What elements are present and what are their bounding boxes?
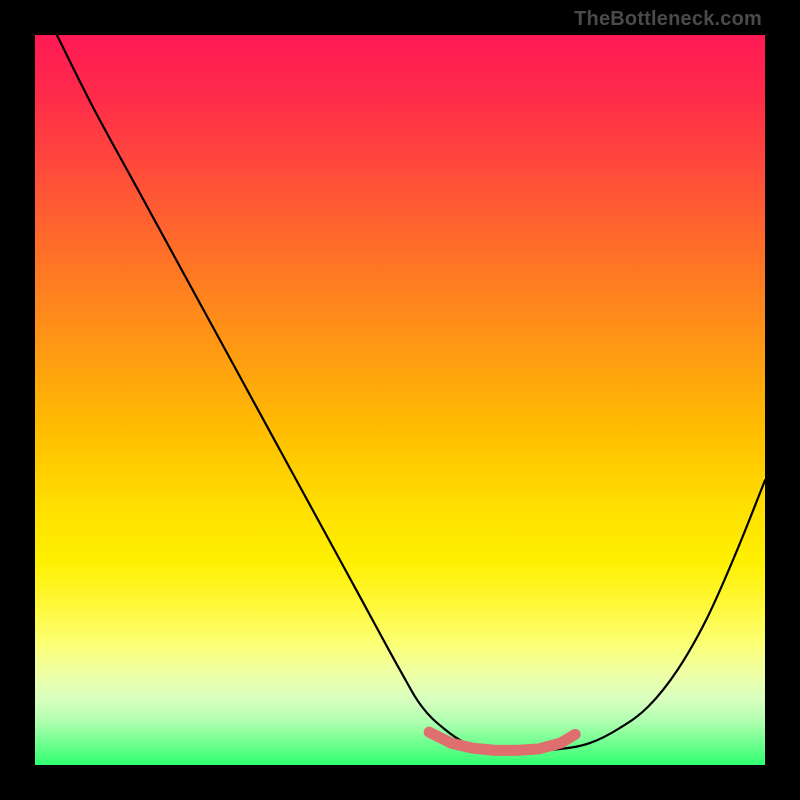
- chart-container: TheBottleneck.com: [0, 0, 800, 800]
- chart-svg: [35, 35, 765, 765]
- watermark-text: TheBottleneck.com: [574, 8, 762, 31]
- plot-area: [35, 35, 765, 765]
- bottleneck-curve: [57, 35, 765, 751]
